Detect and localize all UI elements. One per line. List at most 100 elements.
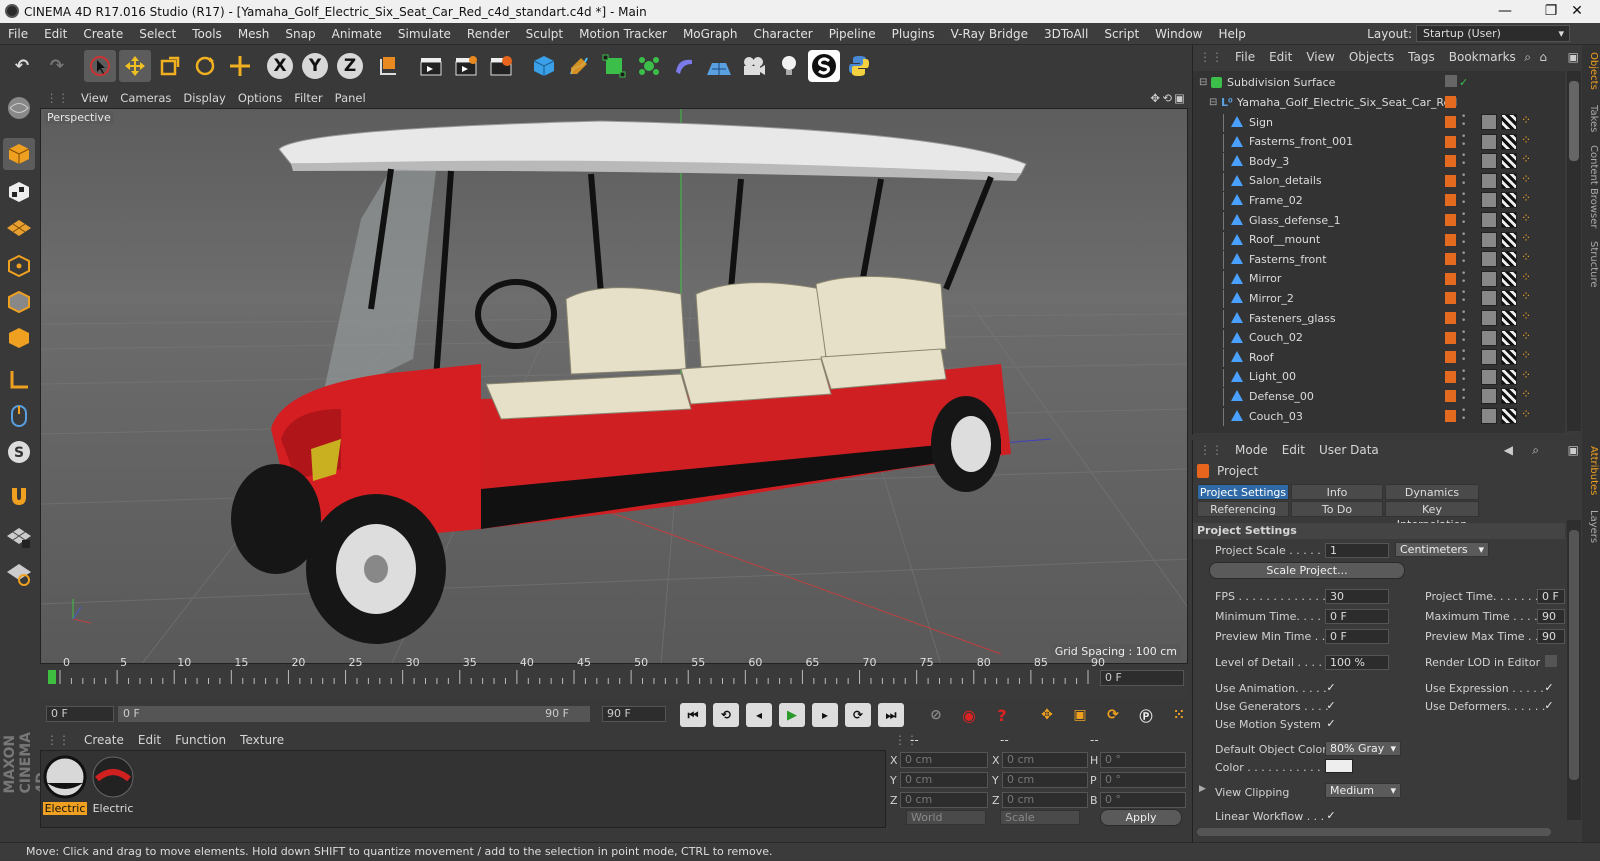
coord-pos-z-field[interactable]: 0 cm [900, 792, 988, 808]
back-arrow-icon[interactable]: ◀ [1504, 443, 1513, 457]
script-button[interactable] [808, 50, 840, 82]
menu-plugins[interactable]: Plugins [884, 27, 943, 41]
search-icon[interactable]: ⌕ [1524, 50, 1531, 65]
use-generators-checkbox[interactable]: ✓ [1325, 700, 1337, 712]
material-menu-create[interactable]: Create [84, 733, 124, 747]
texture-tag-icon[interactable] [1481, 114, 1497, 130]
object-row[interactable]: Roof • • ⁘ [1193, 347, 1565, 368]
attributes-hscrollbar[interactable] [1197, 828, 1551, 836]
menu-animate[interactable]: Animate [324, 27, 390, 41]
scale-tool-button[interactable] [154, 50, 186, 82]
uvw-tag-icon[interactable] [1501, 408, 1517, 424]
objects-menu-objects[interactable]: Objects [1349, 50, 1394, 64]
coord-mode-select[interactable]: World [906, 810, 986, 825]
menu-character[interactable]: Character [745, 27, 820, 41]
menu-help[interactable]: Help [1210, 27, 1253, 41]
timeline-ruler[interactable]: 0 5 10 15 20 25 30 35 40 45 50 55 60 65 70 75 80 85 90 0 F [40, 656, 1188, 700]
objects-menu-bookmarks[interactable]: Bookmarks [1449, 50, 1516, 64]
coord-rot-b-field[interactable]: 0 ° [1100, 792, 1186, 808]
side-tab-structure[interactable]: Structure [1583, 237, 1599, 291]
phong-tag-icon[interactable]: ⁘ [1521, 270, 1531, 284]
object-row[interactable]: Couch_03 • • ⁘ [1193, 406, 1565, 426]
use-expression-checkbox[interactable]: ✓ [1543, 682, 1555, 694]
texture-tag-icon[interactable] [1481, 290, 1497, 307]
menu-vray-bridge[interactable]: V-Ray Bridge [943, 27, 1036, 41]
scroll-thumb[interactable] [1569, 81, 1579, 161]
min-time-field[interactable]: 0 F [1325, 609, 1389, 624]
render-view-button[interactable] [415, 50, 447, 82]
side-tab-objects[interactable]: Objects [1583, 49, 1599, 93]
render-lod-checkbox[interactable] [1545, 655, 1557, 667]
uvw-tag-icon[interactable] [1501, 231, 1517, 248]
phong-tag-icon[interactable]: ⁘ [1521, 368, 1531, 382]
material-menu-function[interactable]: Function [175, 733, 226, 747]
phong-tag-icon[interactable]: ⁘ [1521, 329, 1531, 343]
home-icon[interactable]: ⌂ [1539, 50, 1547, 64]
objects-menu-tags[interactable]: Tags [1408, 50, 1435, 64]
texture-tag-icon[interactable] [1481, 251, 1497, 268]
coord-size-y-field[interactable]: 0 cm [1002, 772, 1088, 788]
record-icon[interactable]: ◉ [956, 703, 982, 727]
phong-tag-icon[interactable]: ⁘ [1521, 231, 1531, 245]
object-row[interactable]: Mirror_2 • • ⁘ [1193, 288, 1565, 309]
texture-mode-button[interactable] [3, 176, 35, 208]
menu-sculpt[interactable]: Sculpt [518, 27, 571, 41]
make-editable-button[interactable] [3, 92, 35, 124]
tab-referencing[interactable]: Referencing [1197, 501, 1289, 517]
viewport-menu-view[interactable]: View [81, 91, 108, 105]
visibility-dots-icon[interactable]: • • [1461, 309, 1466, 326]
menu-edit[interactable]: Edit [36, 27, 75, 41]
menu-create[interactable]: Create [75, 27, 131, 41]
play-icon[interactable]: ▶ [779, 703, 805, 727]
collapse-icon[interactable]: ⊟ [1199, 77, 1207, 88]
object-row[interactable]: Fasterns_front_001 • • ⁘ [1193, 132, 1565, 152]
lock-workplane-button[interactable] [3, 522, 35, 554]
visibility-dots-icon[interactable]: • • [1461, 230, 1466, 247]
uvw-tag-icon[interactable] [1501, 212, 1517, 228]
panel-maximize-icon[interactable]: ▣ [1568, 443, 1579, 457]
phong-tag-icon[interactable]: ⁘ [1521, 152, 1531, 166]
autokey-icon[interactable]: ? [989, 703, 1015, 727]
coord-size-x-field[interactable]: 0 cm [1002, 752, 1088, 768]
camera-button[interactable] [738, 50, 770, 82]
key-scale-icon[interactable]: ▣ [1067, 703, 1093, 727]
object-row[interactable]: Body_3 • • ⁘ [1193, 151, 1565, 172]
next-key-icon[interactable]: ⟳ [845, 703, 871, 727]
visibility-dots-icon[interactable]: • • [1461, 407, 1466, 424]
enabled-check-icon[interactable]: ✓ [1459, 76, 1468, 89]
objects-menu-edit[interactable]: Edit [1269, 50, 1292, 64]
coord-scale-select[interactable]: Scale [1000, 810, 1080, 825]
lod-field[interactable]: 100 % [1325, 655, 1389, 670]
perspective-viewport[interactable]: Perspective Grid Spacing : 100 cm [40, 108, 1188, 664]
texture-tag-icon[interactable] [1481, 270, 1497, 287]
viewport-menu-cameras[interactable]: Cameras [120, 91, 171, 105]
viewport-menu-display[interactable]: Display [183, 91, 225, 105]
visibility-dots-icon[interactable]: • • [1461, 152, 1466, 169]
use-animation-checkbox[interactable]: ✓ [1325, 682, 1337, 694]
goto-end-icon[interactable]: ⏭ [878, 703, 904, 727]
object-row[interactable]: Defense_00 • • ⁘ [1193, 386, 1565, 407]
current-frame-field[interactable]: 0 F [1100, 670, 1184, 686]
uvw-tag-icon[interactable] [1501, 251, 1517, 268]
phong-tag-icon[interactable]: ⁘ [1521, 289, 1531, 303]
material-swatch[interactable]: Electric [91, 755, 135, 815]
viewport-menu-panel[interactable]: Panel [335, 91, 366, 105]
scroll-thumb[interactable] [1569, 530, 1579, 780]
coord-pos-x-field[interactable]: 0 cm [900, 752, 988, 768]
attr-menu-user-data[interactable]: User Data [1319, 443, 1379, 457]
tab-dynamics[interactable]: Dynamics [1385, 484, 1479, 500]
uvw-tag-icon[interactable] [1501, 368, 1517, 385]
texture-tag-icon[interactable] [1481, 329, 1497, 346]
project-time-field[interactable]: 0 F [1537, 589, 1565, 604]
object-row[interactable]: Fasteners_glass • • ⁘ [1193, 308, 1565, 328]
frame-start-field[interactable]: 0 F [46, 706, 114, 722]
phong-tag-icon[interactable]: ⁘ [1521, 250, 1531, 264]
default-color-select[interactable]: 80% Gray ▾ [1325, 741, 1401, 756]
object-row[interactable]: Roof__mount • • ⁘ [1193, 230, 1565, 250]
menu-snap[interactable]: Snap [277, 27, 323, 41]
subdivision-button[interactable] [598, 50, 630, 82]
menu-script[interactable]: Script [1096, 27, 1147, 41]
uvw-tag-icon[interactable] [1501, 153, 1517, 170]
tab-to-do[interactable]: To Do [1291, 501, 1383, 517]
objects-menu-file[interactable]: File [1235, 50, 1255, 64]
